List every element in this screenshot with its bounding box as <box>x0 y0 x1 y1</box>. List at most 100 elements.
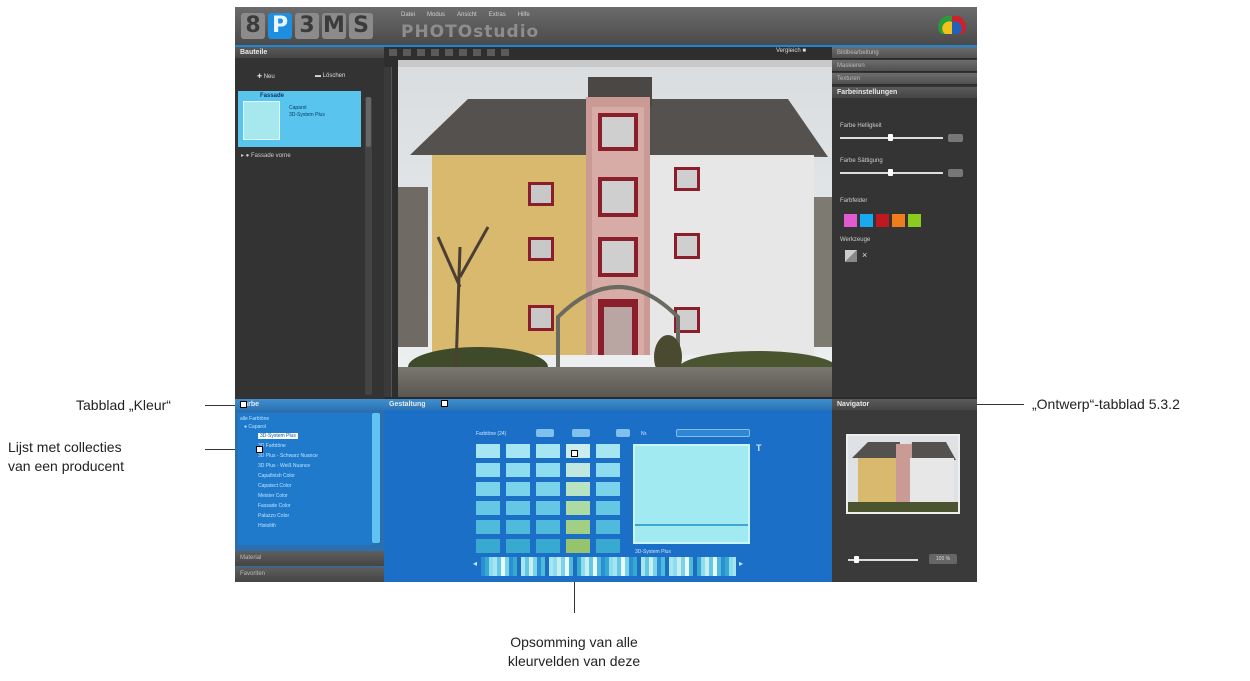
color-field[interactable] <box>596 520 620 534</box>
strip-swatch[interactable] <box>493 557 497 576</box>
strip-swatch[interactable] <box>717 557 721 576</box>
swatch-orange[interactable] <box>892 214 905 227</box>
color-field[interactable] <box>566 501 590 515</box>
page-selector[interactable] <box>572 429 590 437</box>
color-field[interactable] <box>596 539 620 553</box>
color-field[interactable] <box>476 482 500 496</box>
zoom-value[interactable]: 100 % <box>929 554 957 564</box>
strip-swatch[interactable] <box>645 557 649 576</box>
text-tool-icon[interactable]: T <box>756 443 762 453</box>
tab-design[interactable]: Gestaltung <box>384 399 832 410</box>
strip-swatch[interactable] <box>569 557 573 576</box>
strip-swatch[interactable] <box>629 557 633 576</box>
view-toggle[interactable] <box>616 429 630 437</box>
tool-icon-2[interactable] <box>403 49 411 56</box>
strip-swatch[interactable] <box>697 557 701 576</box>
strip-swatch[interactable] <box>585 557 589 576</box>
strip-swatch[interactable] <box>657 557 661 576</box>
color-field[interactable] <box>536 539 560 553</box>
strip-swatch[interactable] <box>553 557 557 576</box>
strip-swatch[interactable] <box>653 557 657 576</box>
components-scrollbar[interactable] <box>365 97 372 395</box>
swatch-green[interactable] <box>908 214 921 227</box>
collection-item-selected[interactable]: 3D-System Plus <box>258 433 298 439</box>
color-field[interactable] <box>566 482 590 496</box>
zoom-slider-knob[interactable] <box>854 556 859 563</box>
tab-image-editing[interactable]: Bildbearbeitung <box>832 47 977 59</box>
saturation-reset-button[interactable] <box>948 169 963 177</box>
tool-icon-5[interactable] <box>445 49 453 56</box>
tool-icon-6[interactable] <box>459 49 467 56</box>
collection-item[interactable]: Capafinish Color <box>258 473 295 479</box>
color-field[interactable] <box>476 501 500 515</box>
house-photo[interactable] <box>398 67 832 397</box>
collection-item[interactable]: Meister Color <box>258 493 288 499</box>
color-field[interactable] <box>476 539 500 553</box>
strip-swatch[interactable] <box>541 557 545 576</box>
saturation-slider-knob[interactable] <box>888 169 893 176</box>
collection-item[interactable]: Palazzo Color <box>258 513 289 519</box>
tool-icon-3[interactable] <box>417 49 425 56</box>
strip-swatch[interactable] <box>729 557 733 576</box>
strip-swatch[interactable] <box>597 557 601 576</box>
strip-swatch[interactable] <box>501 557 505 576</box>
tab-color[interactable]: Farbe <box>235 399 384 410</box>
strip-swatch[interactable] <box>489 557 493 576</box>
strip-swatch[interactable] <box>517 557 521 576</box>
strip-swatch[interactable] <box>593 557 597 576</box>
pipette-tool-icon[interactable] <box>845 250 857 262</box>
color-search-input[interactable] <box>676 429 750 437</box>
color-field[interactable] <box>566 520 590 534</box>
tool-icon-8[interactable] <box>487 49 495 56</box>
collection-item[interactable]: Capatect Color <box>258 483 291 489</box>
navigator-thumbnail[interactable] <box>846 434 960 514</box>
strip-swatch[interactable] <box>669 557 673 576</box>
strip-swatch[interactable] <box>573 557 577 576</box>
strip-right-arrow-icon[interactable]: ▸ <box>739 559 743 568</box>
strip-swatch[interactable] <box>605 557 609 576</box>
strip-swatch[interactable] <box>649 557 653 576</box>
strip-swatch[interactable] <box>533 557 537 576</box>
close-tool-icon[interactable]: × <box>862 250 867 260</box>
strip-swatch[interactable] <box>581 557 585 576</box>
strip-swatch[interactable] <box>701 557 705 576</box>
color-field[interactable] <box>536 444 560 458</box>
strip-swatch[interactable] <box>633 557 637 576</box>
strip-swatch[interactable] <box>609 557 613 576</box>
strip-swatch[interactable] <box>497 557 501 576</box>
strip-swatch[interactable] <box>665 557 669 576</box>
collections-brand[interactable]: ● Caparol <box>244 424 266 430</box>
color-field[interactable] <box>506 444 530 458</box>
menu-item-extras[interactable]: Extras <box>489 12 506 18</box>
collection-item[interactable]: Histolith <box>258 523 276 529</box>
compare-toggle[interactable]: Vergleich ■ <box>776 48 806 54</box>
strip-swatch[interactable] <box>713 557 717 576</box>
new-button[interactable]: ✚ Neu <box>257 73 275 80</box>
color-field[interactable] <box>566 444 590 458</box>
strip-swatch[interactable] <box>693 557 697 576</box>
menu-item-hilfe[interactable]: Hilfe <box>518 12 530 18</box>
strip-swatch[interactable] <box>681 557 685 576</box>
strip-swatch[interactable] <box>549 557 553 576</box>
strip-swatch[interactable] <box>525 557 529 576</box>
strip-swatch[interactable] <box>733 557 736 576</box>
strip-swatch[interactable] <box>721 557 725 576</box>
tab-material[interactable]: Material <box>235 551 384 566</box>
strip-swatch[interactable] <box>589 557 593 576</box>
color-field[interactable] <box>536 482 560 496</box>
scrollbar-thumb[interactable] <box>366 97 371 147</box>
project-item[interactable]: ▸ ● Fassade vorne <box>241 152 291 159</box>
tool-icon-1[interactable] <box>389 49 397 56</box>
strip-swatch[interactable] <box>641 557 645 576</box>
strip-swatch[interactable] <box>625 557 629 576</box>
strip-swatch[interactable] <box>613 557 617 576</box>
strip-swatch[interactable] <box>673 557 677 576</box>
collection-item[interactable]: Fassade Color <box>258 503 291 509</box>
tool-icon-4[interactable] <box>431 49 439 56</box>
menu-item-modus[interactable]: Modus <box>427 12 445 18</box>
color-field[interactable] <box>506 520 530 534</box>
tab-textures[interactable]: Texturen <box>832 73 977 85</box>
swatch-magenta[interactable] <box>844 214 857 227</box>
strip-swatch[interactable] <box>685 557 689 576</box>
tab-masking[interactable]: Maskieren <box>832 60 977 72</box>
